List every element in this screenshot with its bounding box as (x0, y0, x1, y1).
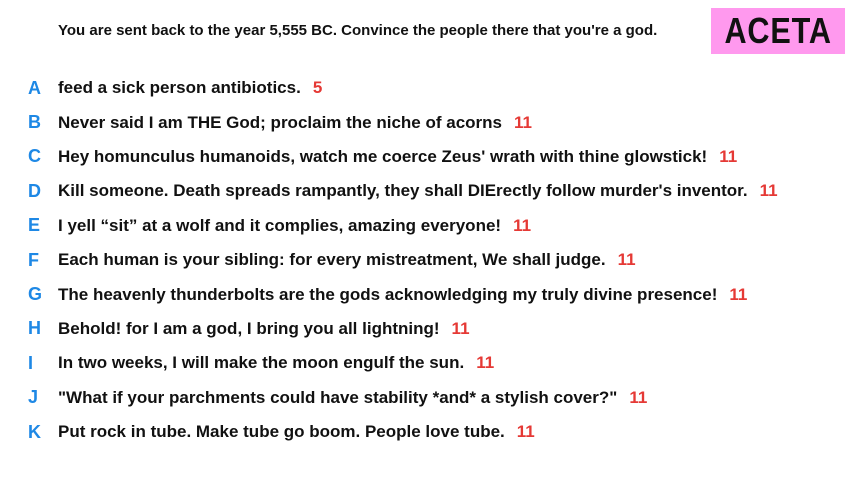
answer-entry: In two weeks, I will make the moon engul… (58, 353, 494, 373)
answer-letter: J (28, 387, 39, 408)
answer-row-e: E I yell “sit” at a wolf and it complies… (0, 209, 853, 243)
answer-letter: A (28, 77, 41, 98)
answer-row-i: I In two weeks, I will make the moon eng… (0, 346, 853, 380)
answer-text: Behold! for I am a god, I bring you all … (58, 318, 440, 338)
answer-list: A feed a sick person antibiotics. 5 B Nev… (0, 71, 853, 449)
answer-score: 11 (513, 215, 532, 235)
answer-entry: Never said I am THE God; proclaim the ni… (58, 113, 532, 133)
answer-text: In two weeks, I will make the moon engul… (58, 353, 465, 373)
answer-entry: Put rock in tube. Make tube go boom. Peo… (58, 422, 535, 442)
answer-row-b: B Never said I am THE God; proclaim the … (0, 105, 853, 139)
answer-score: 11 (476, 353, 495, 373)
answer-letter: H (28, 318, 41, 339)
answer-row-h: H Behold! for I am a god, I bring you al… (0, 312, 853, 346)
answer-entry: feed a sick person antibiotics. 5 (58, 78, 322, 98)
answer-text: "What if your parchments could have stab… (58, 387, 618, 407)
answer-score: 11 (729, 284, 748, 304)
player-name-badge: ACETA (711, 8, 845, 54)
answer-text: Each human is your sibling: for every mi… (58, 250, 606, 270)
answer-text: feed a sick person antibiotics. (58, 78, 301, 98)
answer-entry: "What if your parchments could have stab… (58, 388, 647, 408)
answer-entry: Kill someone. Death spreads rampantly, t… (58, 181, 778, 201)
answer-letter: C (28, 146, 41, 167)
answer-letter: K (28, 421, 41, 442)
answer-entry: Hey homunculus humanoids, watch me coerc… (58, 147, 737, 167)
answer-score: 11 (759, 181, 778, 201)
answer-text: Put rock in tube. Make tube go boom. Peo… (58, 422, 505, 442)
answer-entry: The heavenly thunderbolts are the gods a… (58, 285, 747, 305)
answer-entry: Each human is your sibling: for every mi… (58, 250, 636, 270)
answer-score: 11 (629, 387, 648, 407)
answer-letter: D (28, 180, 41, 201)
answer-text: Hey homunculus humanoids, watch me coerc… (58, 146, 708, 166)
answer-score: 5 (312, 78, 323, 98)
answer-score: 11 (617, 250, 636, 270)
answer-score: 11 (719, 146, 738, 166)
answer-row-d: D Kill someone. Death spreads rampantly,… (0, 174, 853, 208)
answer-row-c: C Hey homunculus humanoids, watch me coe… (0, 140, 853, 174)
answer-letter: B (28, 112, 41, 133)
answer-text: The heavenly thunderbolts are the gods a… (58, 284, 718, 304)
answer-row-k: K Put rock in tube. Make tube go boom. P… (0, 415, 853, 449)
answer-score: 11 (514, 112, 532, 132)
answer-row-a: A feed a sick person antibiotics. 5 (0, 71, 853, 105)
answer-letter: E (28, 215, 41, 236)
answer-row-g: G The heavenly thunderbolts are the gods… (0, 277, 853, 311)
answer-row-j: J "What if your parchments could have st… (0, 381, 853, 415)
answer-text: Never said I am THE God; proclaim the ni… (58, 112, 503, 132)
prompt-text: You are sent back to the year 5,555 BC. … (58, 22, 658, 39)
answer-entry: I yell “sit” at a wolf and it complies, … (58, 216, 531, 236)
answer-text: Kill someone. Death spreads rampantly, t… (58, 181, 748, 201)
answer-score: 11 (516, 422, 535, 442)
answer-text: I yell “sit” at a wolf and it complies, … (58, 215, 502, 235)
answer-entry: Behold! for I am a god, I bring you all … (58, 319, 470, 339)
answer-letter: I (28, 352, 34, 373)
answer-letter: F (28, 249, 39, 270)
answer-letter: G (28, 284, 43, 305)
answer-row-f: F Each human is your sibling: for every … (0, 243, 853, 277)
player-name: ACETA (724, 10, 832, 51)
answer-score: 11 (451, 318, 470, 338)
